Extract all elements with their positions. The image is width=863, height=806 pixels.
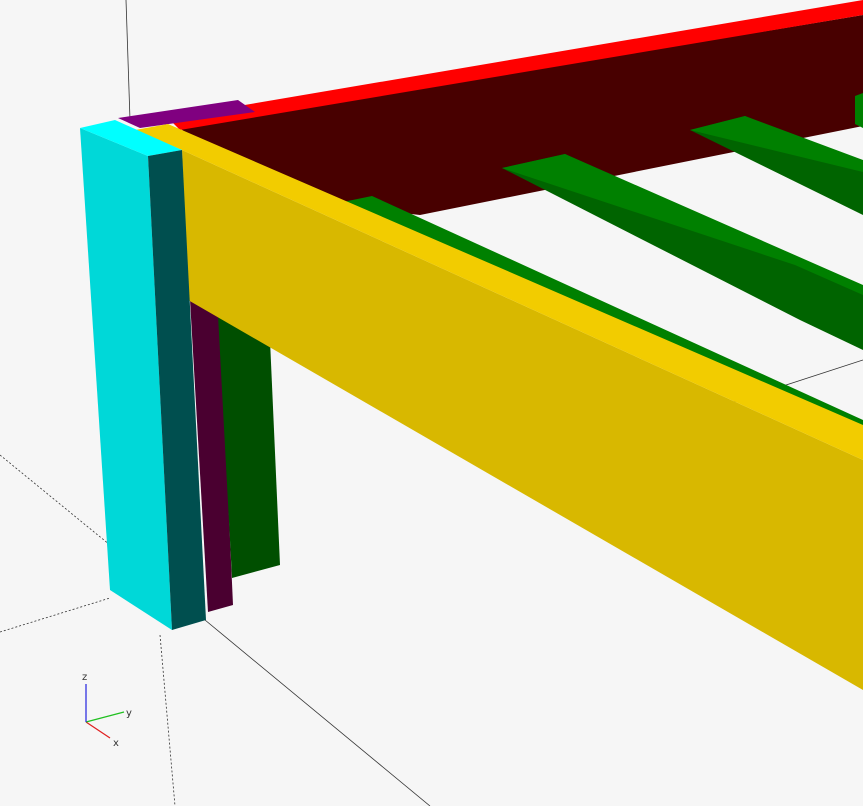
- x-axis-indicator-label: x: [113, 738, 119, 749]
- y-axis-indicator-label: y: [126, 708, 132, 719]
- y-axis-indicator-line: [85, 711, 125, 723]
- axes-indicator: x y z: [82, 672, 132, 749]
- front-rail-side: [182, 150, 863, 690]
- x-axis-line: [204, 619, 431, 806]
- 3d-viewport[interactable]: x y z: [0, 0, 863, 806]
- z-axis-line: [125, 0, 131, 121]
- slat-4-edge: [855, 93, 863, 128]
- scene-canvas[interactable]: x y z: [0, 0, 863, 806]
- z-axis-negative-line: [159, 634, 176, 806]
- y-axis-negative-line: [0, 597, 111, 633]
- x-axis-negative-line: [0, 454, 111, 546]
- z-axis-indicator-label: z: [82, 672, 87, 683]
- x-axis-indicator-line: [85, 721, 111, 739]
